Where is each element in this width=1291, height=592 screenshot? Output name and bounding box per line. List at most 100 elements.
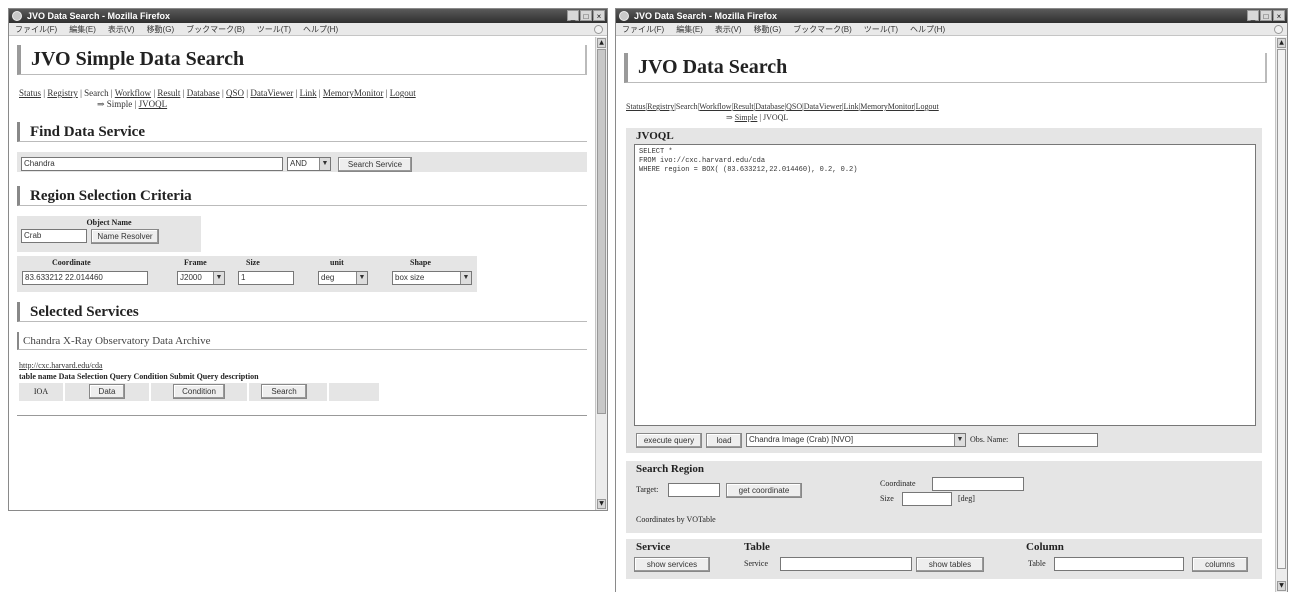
nav-link[interactable]: Link: [300, 88, 317, 98]
nav-logout[interactable]: Logout: [390, 88, 416, 98]
left-browser-window: JVO Data Search - Mozilla Firefox _ □ × …: [8, 8, 608, 511]
menu-go[interactable]: 移動(G): [147, 23, 175, 35]
menu-tools[interactable]: ツール(T): [257, 23, 291, 35]
unit-select[interactable]: deg ▼: [318, 271, 368, 285]
nav-registry[interactable]: Registry: [47, 88, 78, 98]
selected-services-heading: Selected Services: [17, 302, 587, 322]
scroll-thumb[interactable]: [597, 49, 606, 414]
scroll-down-icon[interactable]: ▼: [597, 499, 606, 509]
search-service-button[interactable]: Search Service: [338, 156, 412, 172]
query-line: FROM ivo://cxc.harvard.edu/cda: [639, 157, 766, 165]
target-input[interactable]: [668, 483, 720, 497]
nav-workflow[interactable]: Workflow: [699, 102, 731, 111]
throbber-icon: [1274, 25, 1283, 34]
object-name-label: Object Name: [86, 218, 132, 227]
nav-link[interactable]: Link: [844, 102, 859, 111]
nav-registry[interactable]: Registry: [647, 102, 674, 111]
nav-qso[interactable]: QSO: [786, 102, 802, 111]
coordinate-input[interactable]: 83.633212 22.014460: [22, 271, 148, 285]
nav-database[interactable]: Database: [187, 88, 220, 98]
nav-database[interactable]: Database: [755, 102, 784, 111]
close-button[interactable]: ×: [1273, 10, 1285, 21]
maximize-button[interactable]: □: [580, 10, 592, 21]
votable-label: Coordinates by VOTable: [636, 515, 716, 524]
nav-memorymonitor[interactable]: MemoryMonitor: [323, 88, 384, 98]
menu-go[interactable]: 移動(G): [754, 23, 782, 35]
nav-dataviewer[interactable]: DataViewer: [250, 88, 293, 98]
menu-edit[interactable]: 編集(E): [676, 23, 703, 35]
saved-query-select[interactable]: Chandra Image (Crab) [NVO] ▼: [746, 433, 966, 447]
keyword-input[interactable]: Chandra: [21, 157, 283, 172]
nav-logout[interactable]: Logout: [916, 102, 939, 111]
columns-button[interactable]: columns: [1192, 557, 1248, 572]
service-name: Chandra X-Ray Observatory Data Archive: [23, 335, 211, 347]
right-browser-window: JVO Data Search - Mozilla Firefox _ □ × …: [615, 8, 1288, 592]
name-resolver-button[interactable]: Name Resolver: [91, 228, 159, 244]
service-heading: Service: [636, 541, 671, 553]
service-url-link[interactable]: http://cxc.harvard.edu/cda: [19, 361, 103, 370]
menu-bookmarks[interactable]: ブックマーク(B): [793, 23, 852, 35]
nav-result[interactable]: Result: [733, 102, 753, 111]
chevron-down-icon: ▼: [213, 272, 224, 284]
mode-jvoql-link[interactable]: JVOQL: [139, 99, 168, 109]
menu-view[interactable]: 表示(V): [108, 23, 135, 35]
menu-file[interactable]: ファイル(F): [15, 23, 57, 35]
col-size: Size: [246, 258, 260, 267]
nav-workflow[interactable]: Workflow: [115, 88, 151, 98]
search-button[interactable]: Search: [261, 384, 307, 399]
search-mode-nav: ⇒ Simple | JVOQL: [97, 99, 595, 110]
close-button[interactable]: ×: [593, 10, 605, 21]
target-label: Target:: [636, 485, 659, 494]
menu-file[interactable]: ファイル(F): [622, 23, 664, 35]
scroll-down-icon[interactable]: ▼: [1277, 581, 1286, 591]
menu-edit[interactable]: 編集(E): [69, 23, 96, 35]
nav-status[interactable]: Status: [19, 88, 41, 98]
col-coordinate: Coordinate: [52, 258, 91, 267]
condition-button[interactable]: Condition: [173, 384, 225, 399]
col-table-name: table name: [19, 372, 57, 381]
main-nav: Status|Registry|Search|Workflow|Result|D…: [626, 102, 939, 111]
jvoql-query-textarea[interactable]: SELECT * FROM ivo://cxc.harvard.edu/cda …: [634, 144, 1256, 426]
frame-select[interactable]: J2000 ▼: [177, 271, 225, 285]
menu-bookmarks[interactable]: ブックマーク(B): [186, 23, 245, 35]
nav-qso[interactable]: QSO: [226, 88, 244, 98]
menu-view[interactable]: 表示(V): [715, 23, 742, 35]
operator-select[interactable]: AND ▼: [287, 157, 331, 172]
show-tables-button[interactable]: show tables: [916, 557, 984, 572]
mode-simple-link[interactable]: Simple: [735, 113, 758, 122]
scroll-up-icon[interactable]: ▲: [1277, 38, 1286, 48]
right-vertical-scrollbar[interactable]: ▲ ▼: [1275, 37, 1287, 592]
menu-help[interactable]: ヘルプ(H): [303, 23, 338, 35]
chevron-down-icon: ▼: [460, 272, 471, 284]
get-coordinate-button[interactable]: get coordinate: [726, 483, 802, 498]
minimize-button[interactable]: _: [1247, 10, 1259, 21]
size-input[interactable]: 1: [238, 271, 294, 285]
menu-tools[interactable]: ツール(T): [864, 23, 898, 35]
scroll-up-icon[interactable]: ▲: [597, 38, 606, 48]
left-vertical-scrollbar[interactable]: ▲ ▼: [595, 37, 607, 510]
size-label: Size: [880, 494, 894, 503]
jvoql-heading: JVOQL: [636, 130, 674, 142]
nav-dataviewer[interactable]: DataViewer: [804, 102, 842, 111]
find-service-heading: Find Data Service: [17, 122, 587, 142]
nav-memorymonitor[interactable]: MemoryMonitor: [860, 102, 914, 111]
show-services-button[interactable]: show services: [634, 557, 710, 572]
menu-help[interactable]: ヘルプ(H): [910, 23, 945, 35]
maximize-button[interactable]: □: [1260, 10, 1272, 21]
scroll-thumb[interactable]: [1277, 49, 1286, 569]
load-button[interactable]: load: [706, 433, 742, 448]
table-input[interactable]: [1054, 557, 1184, 571]
service-input[interactable]: [780, 557, 912, 571]
shape-select[interactable]: box size ▼: [392, 271, 472, 285]
nav-result[interactable]: Result: [157, 88, 180, 98]
coordinate-input[interactable]: [932, 477, 1024, 491]
size-input[interactable]: [902, 492, 952, 506]
minimize-button[interactable]: _: [567, 10, 579, 21]
service-table-panel: Service Table Column show services Servi…: [626, 539, 1262, 579]
execute-query-button[interactable]: execute query: [636, 433, 702, 448]
data-button[interactable]: Data: [89, 384, 125, 399]
query-line: WHERE region = BOX( (83.633212,22.014460…: [639, 166, 858, 174]
nav-status[interactable]: Status: [626, 102, 646, 111]
obs-name-input[interactable]: [1018, 433, 1098, 447]
object-name-input[interactable]: Crab: [21, 229, 87, 244]
